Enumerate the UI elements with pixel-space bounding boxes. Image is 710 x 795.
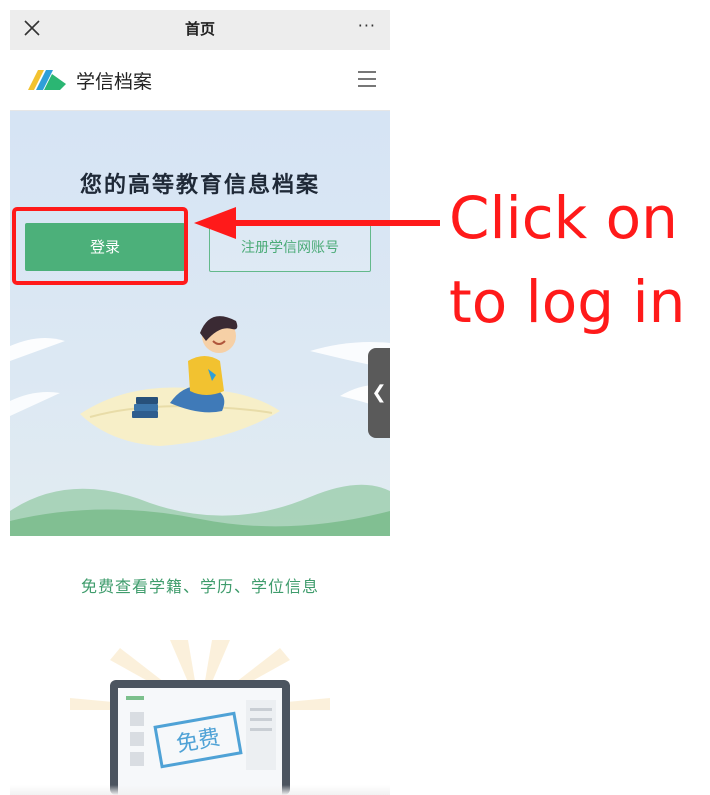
xuexin-logo-icon xyxy=(28,70,66,90)
login-highlight-box xyxy=(12,207,188,285)
screenshot-canvas: 首页 ··· 学信档案 您的高等教育信息档案 登录 注册学信网账号 ❮ 免费查看… xyxy=(0,0,710,795)
hamburger-menu-icon[interactable] xyxy=(358,71,376,87)
wechat-title-bar: 首页 ··· xyxy=(10,10,390,50)
top-cropped-caption xyxy=(0,0,710,10)
bottom-fade xyxy=(10,785,390,795)
free-check-subtitle: 免费查看学籍、学历、学位信息 xyxy=(80,577,319,596)
site-header: 学信档案 xyxy=(10,50,390,111)
red-arrow-icon xyxy=(194,207,440,239)
phone-screen: 首页 ··· 学信档案 您的高等教育信息档案 登录 注册学信网账号 ❮ 免费查看… xyxy=(10,10,390,795)
hero-banner: 您的高等教育信息档案 登录 注册学信网账号 xyxy=(10,111,390,536)
side-collapse-tab[interactable]: ❮ xyxy=(368,348,390,438)
page-title: 首页 xyxy=(184,20,215,38)
annotation-text-line-2: to log in xyxy=(449,268,686,336)
annotation-text-line-1: Click on xyxy=(449,184,678,252)
more-options-icon[interactable]: ··· xyxy=(358,16,376,40)
site-logo-text: 学信档案 xyxy=(76,71,153,93)
laptop-free-illustration: 免费 xyxy=(70,640,330,795)
